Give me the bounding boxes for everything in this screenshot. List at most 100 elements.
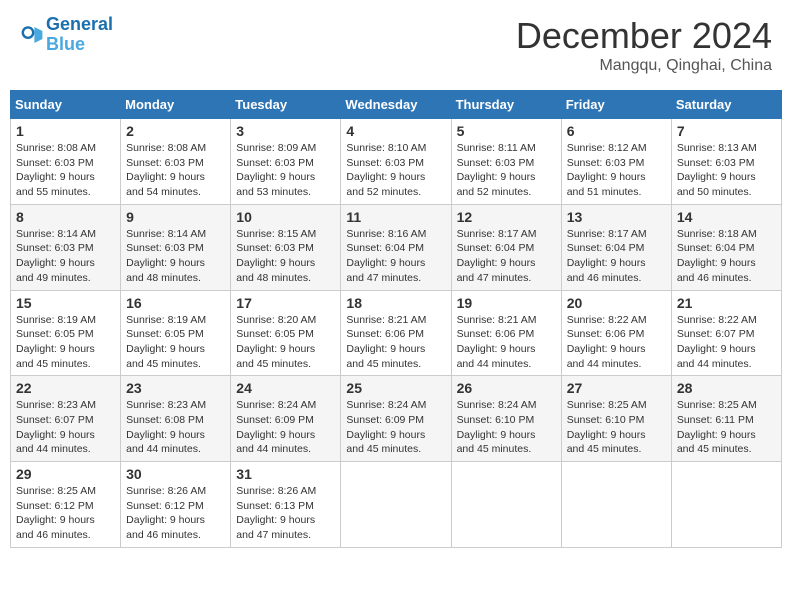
calendar-week-2: 8 Sunrise: 8:14 AM Sunset: 6:03 PM Dayli…: [11, 204, 782, 290]
sunrise-label: Sunrise: 8:19 AM: [16, 314, 96, 326]
day-number: 29: [16, 466, 115, 482]
weekday-header-sunday: Sunday: [11, 91, 121, 119]
logo-icon: [20, 23, 44, 47]
sunset-label: Sunset: 6:05 PM: [16, 328, 94, 340]
day-number: 19: [457, 295, 556, 311]
calendar-day-13: 13 Sunrise: 8:17 AM Sunset: 6:04 PM Dayl…: [561, 204, 671, 290]
sunset-label: Sunset: 6:07 PM: [16, 414, 94, 426]
calendar-day-18: 18 Sunrise: 8:21 AM Sunset: 6:06 PM Dayl…: [341, 290, 451, 376]
day-info: Sunrise: 8:22 AM Sunset: 6:06 PM Dayligh…: [567, 313, 666, 372]
logo: General Blue: [20, 15, 113, 55]
sunset-label: Sunset: 6:12 PM: [16, 500, 94, 512]
day-number: 10: [236, 209, 335, 225]
daylight-label: Daylight: 9 hours and 48 minutes.: [126, 257, 205, 284]
calendar-day-7: 7 Sunrise: 8:13 AM Sunset: 6:03 PM Dayli…: [671, 119, 781, 205]
day-info: Sunrise: 8:15 AM Sunset: 6:03 PM Dayligh…: [236, 227, 335, 286]
sunset-label: Sunset: 6:03 PM: [16, 157, 94, 169]
sunrise-label: Sunrise: 8:26 AM: [236, 485, 316, 497]
sunset-label: Sunset: 6:10 PM: [567, 414, 645, 426]
day-info: Sunrise: 8:18 AM Sunset: 6:04 PM Dayligh…: [677, 227, 776, 286]
weekday-header-row: SundayMondayTuesdayWednesdayThursdayFrid…: [11, 91, 782, 119]
calendar-table: SundayMondayTuesdayWednesdayThursdayFrid…: [10, 90, 782, 548]
day-info: Sunrise: 8:21 AM Sunset: 6:06 PM Dayligh…: [457, 313, 556, 372]
day-number: 17: [236, 295, 335, 311]
sunset-label: Sunset: 6:04 PM: [677, 242, 755, 254]
sunset-label: Sunset: 6:05 PM: [126, 328, 204, 340]
sunset-label: Sunset: 6:12 PM: [126, 500, 204, 512]
sunrise-label: Sunrise: 8:25 AM: [567, 399, 647, 411]
calendar-day-1: 1 Sunrise: 8:08 AM Sunset: 6:03 PM Dayli…: [11, 119, 121, 205]
sunset-label: Sunset: 6:06 PM: [457, 328, 535, 340]
calendar-day-27: 27 Sunrise: 8:25 AM Sunset: 6:10 PM Dayl…: [561, 376, 671, 462]
day-number: 6: [567, 123, 666, 139]
daylight-label: Daylight: 9 hours and 44 minutes.: [16, 429, 95, 456]
sunrise-label: Sunrise: 8:08 AM: [126, 142, 206, 154]
sunrise-label: Sunrise: 8:17 AM: [457, 228, 537, 240]
daylight-label: Daylight: 9 hours and 45 minutes.: [346, 429, 425, 456]
sunset-label: Sunset: 6:04 PM: [457, 242, 535, 254]
sunrise-label: Sunrise: 8:21 AM: [457, 314, 537, 326]
sunset-label: Sunset: 6:03 PM: [457, 157, 535, 169]
calendar-day-8: 8 Sunrise: 8:14 AM Sunset: 6:03 PM Dayli…: [11, 204, 121, 290]
day-info: Sunrise: 8:19 AM Sunset: 6:05 PM Dayligh…: [16, 313, 115, 372]
weekday-header-friday: Friday: [561, 91, 671, 119]
weekday-header-saturday: Saturday: [671, 91, 781, 119]
day-info: Sunrise: 8:14 AM Sunset: 6:03 PM Dayligh…: [16, 227, 115, 286]
sunset-label: Sunset: 6:03 PM: [677, 157, 755, 169]
daylight-label: Daylight: 9 hours and 55 minutes.: [16, 171, 95, 198]
sunrise-label: Sunrise: 8:17 AM: [567, 228, 647, 240]
day-info: Sunrise: 8:19 AM Sunset: 6:05 PM Dayligh…: [126, 313, 225, 372]
sunrise-label: Sunrise: 8:24 AM: [457, 399, 537, 411]
sunrise-label: Sunrise: 8:13 AM: [677, 142, 757, 154]
calendar-day-10: 10 Sunrise: 8:15 AM Sunset: 6:03 PM Dayl…: [231, 204, 341, 290]
weekday-header-monday: Monday: [121, 91, 231, 119]
daylight-label: Daylight: 9 hours and 45 minutes.: [236, 343, 315, 370]
day-info: Sunrise: 8:24 AM Sunset: 6:09 PM Dayligh…: [236, 398, 335, 457]
sunrise-label: Sunrise: 8:18 AM: [677, 228, 757, 240]
calendar-week-1: 1 Sunrise: 8:08 AM Sunset: 6:03 PM Dayli…: [11, 119, 782, 205]
daylight-label: Daylight: 9 hours and 46 minutes.: [126, 514, 205, 541]
day-number: 22: [16, 380, 115, 396]
sunset-label: Sunset: 6:07 PM: [677, 328, 755, 340]
sunset-label: Sunset: 6:06 PM: [567, 328, 645, 340]
day-number: 13: [567, 209, 666, 225]
day-info: Sunrise: 8:21 AM Sunset: 6:06 PM Dayligh…: [346, 313, 445, 372]
calendar-day-11: 11 Sunrise: 8:16 AM Sunset: 6:04 PM Dayl…: [341, 204, 451, 290]
day-info: Sunrise: 8:12 AM Sunset: 6:03 PM Dayligh…: [567, 141, 666, 200]
calendar-day-14: 14 Sunrise: 8:18 AM Sunset: 6:04 PM Dayl…: [671, 204, 781, 290]
sunrise-label: Sunrise: 8:24 AM: [236, 399, 316, 411]
sunrise-label: Sunrise: 8:11 AM: [457, 142, 536, 154]
daylight-label: Daylight: 9 hours and 47 minutes.: [346, 257, 425, 284]
daylight-label: Daylight: 9 hours and 54 minutes.: [126, 171, 205, 198]
month-year-title: December 2024: [516, 15, 772, 57]
sunset-label: Sunset: 6:03 PM: [126, 242, 204, 254]
daylight-label: Daylight: 9 hours and 52 minutes.: [457, 171, 536, 198]
day-number: 27: [567, 380, 666, 396]
sunset-label: Sunset: 6:06 PM: [346, 328, 424, 340]
day-number: 23: [126, 380, 225, 396]
sunset-label: Sunset: 6:03 PM: [567, 157, 645, 169]
sunset-label: Sunset: 6:03 PM: [346, 157, 424, 169]
calendar-day-20: 20 Sunrise: 8:22 AM Sunset: 6:06 PM Dayl…: [561, 290, 671, 376]
calendar-day-28: 28 Sunrise: 8:25 AM Sunset: 6:11 PM Dayl…: [671, 376, 781, 462]
daylight-label: Daylight: 9 hours and 47 minutes.: [236, 514, 315, 541]
sunrise-label: Sunrise: 8:15 AM: [236, 228, 316, 240]
sunrise-label: Sunrise: 8:23 AM: [16, 399, 96, 411]
calendar-day-16: 16 Sunrise: 8:19 AM Sunset: 6:05 PM Dayl…: [121, 290, 231, 376]
day-number: 21: [677, 295, 776, 311]
calendar-day-17: 17 Sunrise: 8:20 AM Sunset: 6:05 PM Dayl…: [231, 290, 341, 376]
sunset-label: Sunset: 6:05 PM: [236, 328, 314, 340]
calendar-day-21: 21 Sunrise: 8:22 AM Sunset: 6:07 PM Dayl…: [671, 290, 781, 376]
calendar-day-25: 25 Sunrise: 8:24 AM Sunset: 6:09 PM Dayl…: [341, 376, 451, 462]
calendar-week-4: 22 Sunrise: 8:23 AM Sunset: 6:07 PM Dayl…: [11, 376, 782, 462]
sunrise-label: Sunrise: 8:24 AM: [346, 399, 426, 411]
sunset-label: Sunset: 6:03 PM: [236, 157, 314, 169]
day-info: Sunrise: 8:24 AM Sunset: 6:10 PM Dayligh…: [457, 398, 556, 457]
day-number: 4: [346, 123, 445, 139]
day-info: Sunrise: 8:08 AM Sunset: 6:03 PM Dayligh…: [126, 141, 225, 200]
day-number: 3: [236, 123, 335, 139]
sunset-label: Sunset: 6:03 PM: [236, 242, 314, 254]
daylight-label: Daylight: 9 hours and 49 minutes.: [16, 257, 95, 284]
day-number: 18: [346, 295, 445, 311]
daylight-label: Daylight: 9 hours and 44 minutes.: [457, 343, 536, 370]
